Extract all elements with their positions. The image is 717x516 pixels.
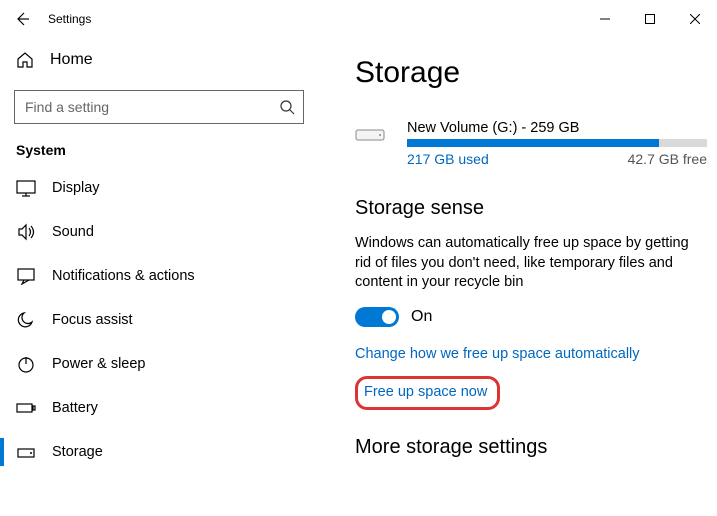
maximize-button[interactable]	[627, 4, 672, 34]
nav-item-sound[interactable]: Sound	[14, 210, 319, 254]
close-button[interactable]	[672, 4, 717, 34]
toggle-state-label: On	[411, 308, 432, 326]
minimize-button[interactable]	[582, 4, 627, 34]
toggle-knob	[382, 310, 396, 324]
nav-item-focus-assist[interactable]: Focus assist	[14, 298, 319, 342]
drive-row[interactable]: New Volume (G:) - 259 GB 217 GB used 42.…	[355, 120, 707, 167]
drive-name: New Volume (G:) - 259 GB	[407, 120, 707, 136]
window-title: Settings	[48, 12, 91, 26]
highlight-annotation: Free up space now	[355, 376, 500, 410]
main-content: Storage New Volume (G:) - 259 GB 217 GB …	[319, 38, 717, 516]
home-label: Home	[50, 51, 93, 69]
group-label-system: System	[14, 142, 319, 158]
page-title: Storage	[355, 56, 707, 90]
nav-label: Focus assist	[52, 312, 133, 328]
drive-free-label: 42.7 GB free	[628, 151, 707, 167]
storage-sense-toggle[interactable]	[355, 307, 399, 327]
link-change-free-up[interactable]: Change how we free up space automaticall…	[355, 346, 640, 362]
notifications-icon	[16, 267, 36, 285]
nav-item-display[interactable]: Display	[14, 166, 319, 210]
sidebar: Home System Display Sound Notifications …	[0, 38, 319, 516]
back-button[interactable]	[14, 11, 30, 27]
nav-label: Storage	[52, 444, 103, 460]
titlebar: Settings	[0, 0, 717, 38]
nav-label: Display	[52, 180, 100, 196]
nav-label: Sound	[52, 224, 94, 240]
sound-icon	[16, 223, 36, 241]
search-box[interactable]	[14, 90, 304, 124]
section-title-storage-sense: Storage sense	[355, 197, 707, 220]
home-icon	[16, 51, 34, 69]
drive-icon	[355, 126, 385, 144]
storage-bar-fill	[407, 139, 659, 147]
storage-sense-description: Windows can automatically free up space …	[355, 234, 690, 293]
link-free-up-now[interactable]: Free up space now	[364, 384, 487, 400]
storage-bar	[407, 139, 707, 147]
nav-item-power-sleep[interactable]: Power & sleep	[14, 342, 319, 386]
battery-icon	[16, 399, 36, 417]
drive-used-label: 217 GB used	[407, 151, 489, 167]
nav-label: Battery	[52, 400, 98, 416]
power-icon	[16, 355, 36, 373]
nav-item-storage[interactable]: Storage	[14, 430, 319, 474]
nav-label: Notifications & actions	[52, 268, 195, 284]
search-input[interactable]	[25, 99, 279, 115]
storage-icon	[16, 443, 36, 461]
focus-assist-icon	[16, 311, 36, 329]
display-icon	[16, 179, 36, 197]
search-icon	[279, 99, 295, 115]
section-title-more-storage: More storage settings	[355, 436, 707, 459]
window-controls	[582, 4, 717, 34]
home-nav[interactable]: Home	[14, 40, 319, 80]
nav-item-battery[interactable]: Battery	[14, 386, 319, 430]
nav-label: Power & sleep	[52, 356, 146, 372]
nav-item-notifications[interactable]: Notifications & actions	[14, 254, 319, 298]
